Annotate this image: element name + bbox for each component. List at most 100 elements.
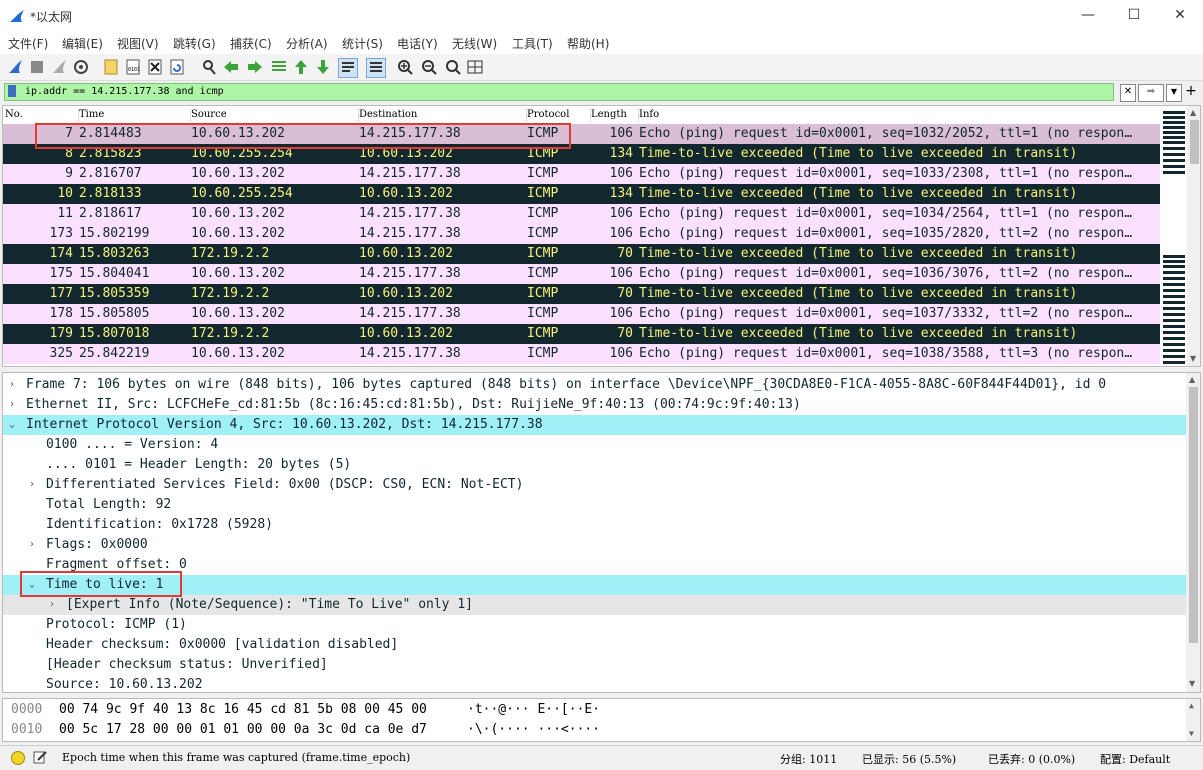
bytes-hex[interactable]: 00 74 9c 9f 40 13 8c 16 45 cd 81 5b 08 0… [59,700,427,720]
column-destination[interactable]: Destination [359,109,527,123]
scroll-down-icon[interactable]: ▼ [1189,729,1194,738]
open-file-icon[interactable] [102,58,120,76]
menu-item[interactable]: 捕获(C) [230,35,272,52]
detail-row[interactable]: .... 0101 = Header Length: 20 bytes (5) [3,455,1186,475]
stop-capture-icon[interactable] [28,58,46,76]
detail-row[interactable]: › Ethernet II, Src: LCFCHeFe_cd:81:5b (8c… [3,395,1186,415]
bytes-ascii[interactable]: ·\·(···· ···<···· [467,720,600,740]
last-packet-icon[interactable] [314,58,332,76]
maximize-button[interactable]: ☐ [1111,0,1157,32]
add-filter-button-icon[interactable]: + [1184,84,1198,100]
menu-item[interactable]: 电话(Y) [397,35,438,52]
go-to-packet-icon[interactable] [270,58,288,76]
packet-cell-info: Echo (ping) request id=0x0001, seq=1033/… [639,166,1133,181]
detail-row[interactable]: Protocol: ICMP (1) [3,615,1186,635]
zoom-out-icon[interactable] [420,58,438,76]
expand-arrow-icon[interactable]: › [29,535,35,555]
packet-row[interactable]: 173 15.802199 10.60.13.202 14.215.177.38 ICM… [3,224,1160,244]
save-file-icon[interactable]: 0101 [124,58,142,76]
close-button[interactable]: ✕ [1157,0,1203,32]
go-forward-icon[interactable] [246,58,264,76]
collapse-arrow-icon[interactable]: ⌄ [9,415,15,435]
detail-row[interactable]: Identification: 0x1728 (5928) [3,515,1186,535]
close-file-icon[interactable] [146,58,164,76]
scroll-up-icon[interactable]: ▲ [1189,375,1195,384]
detail-row[interactable]: › [Expert Info (Note/Sequence): "Time To … [3,595,1186,615]
column-time[interactable]: Time [79,109,191,123]
scroll-up-icon[interactable]: ▲ [1189,701,1194,710]
packet-row[interactable]: 325 25.842219 10.60.13.202 14.215.177.38 ICM… [3,344,1160,364]
status-packets: 分组: 1011 [780,753,838,766]
packet-row[interactable]: 175 15.804041 10.60.13.202 14.215.177.38 ICM… [3,264,1160,284]
scroll-up-icon[interactable]: ▲ [1190,108,1196,117]
detail-row[interactable]: › Frame 7: 106 bytes on wire (848 bits), … [3,375,1186,395]
zoom-in-icon[interactable] [396,58,414,76]
edit-comment-icon[interactable] [33,750,47,764]
menu-item[interactable]: 文件(F) [8,35,48,52]
detail-row[interactable]: › Flags: 0x0000 [3,535,1186,555]
packet-row[interactable]: 178 15.805805 10.60.13.202 14.215.177.38 ICM… [3,304,1160,324]
column-no[interactable]: No. [5,109,79,123]
detail-row[interactable]: › Differentiated Services Field: 0x00 (DS… [3,475,1186,495]
column-protocol[interactable]: Protocol [527,109,591,123]
packet-row[interactable]: 177 15.805359 172.19.2.2 10.60.13.202 ICMP 70… [3,284,1160,304]
colorize-icon[interactable] [366,58,386,78]
bytes-ascii[interactable]: ·t··@··· E··[··E· [467,700,600,720]
packet-cell-info: Echo (ping) request id=0x0001, seq=1037/… [639,306,1133,321]
details-scrollbar[interactable]: ▲ ▼ [1186,373,1200,692]
packet-row[interactable]: 174 15.803263 172.19.2.2 10.60.13.202 ICMP 70… [3,244,1160,264]
start-capture-icon[interactable] [6,58,24,76]
filter-history-icon[interactable]: ▼ [1166,84,1182,102]
menu-item[interactable]: 分析(A) [286,35,328,52]
detail-row[interactable]: 0100 .... = Version: 4 [3,435,1186,455]
detail-row[interactable]: Source: 10.60.13.202 [3,675,1186,692]
apply-filter-icon[interactable]: ➡ [1138,84,1164,102]
detail-row[interactable]: ⌄ Internet Protocol Version 4, Src: 10.60… [3,415,1186,435]
capture-options-icon[interactable] [72,58,90,76]
find-packet-icon[interactable] [200,58,218,76]
menu-item[interactable]: 跳转(G) [173,35,216,52]
expand-arrow-icon[interactable]: › [29,475,35,495]
menu-item[interactable]: 统计(S) [342,35,383,52]
expand-arrow-icon[interactable]: › [49,595,55,615]
display-filter-input[interactable]: ip.addr == 14.215.177.38 and icmp [4,83,1114,101]
expert-info-icon[interactable] [11,751,25,765]
scroll-down-icon[interactable]: ▼ [1189,679,1195,688]
bytes-hex[interactable]: 00 5c 17 28 00 00 01 01 00 00 0a 3c 0d c… [59,720,427,740]
reload-file-icon[interactable] [168,58,186,76]
menu-item[interactable]: 无线(W) [452,35,497,52]
packet-row[interactable]: 179 15.807018 172.19.2.2 10.60.13.202 ICMP 70… [3,324,1160,344]
detail-row[interactable]: Total Length: 92 [3,495,1186,515]
autoscroll-icon[interactable] [338,58,358,78]
menu-item[interactable]: 视图(V) [117,35,159,52]
scroll-thumb[interactable] [1190,120,1199,164]
column-length[interactable]: Length [591,109,639,123]
detail-row[interactable]: Header checksum: 0x0000 [validation disa… [3,635,1186,655]
normal-size-icon[interactable] [444,58,462,76]
menu-item[interactable]: 帮助(H) [567,35,609,52]
expand-arrow-icon[interactable]: › [9,375,15,395]
bytes-scrollbar[interactable]: ▲ ▼ [1186,699,1200,741]
column-source[interactable]: Source [191,109,359,123]
packet-list-scrollbar[interactable]: ▲ ▼ [1187,106,1200,366]
detail-row[interactable]: [Header checksum status: Unverified] [3,655,1186,675]
minimize-button[interactable]: — [1065,0,1111,32]
go-back-icon[interactable] [222,58,240,76]
resize-columns-icon[interactable] [466,58,484,76]
packet-minimap[interactable] [1161,107,1187,365]
clear-filter-icon[interactable]: ✕ [1120,84,1136,102]
first-packet-icon[interactable] [292,58,310,76]
expand-arrow-icon[interactable]: › [9,395,15,415]
menu-item[interactable]: 编辑(E) [62,35,103,52]
menu-item[interactable]: 工具(T) [512,35,553,52]
restart-capture-icon[interactable] [50,58,68,76]
scroll-down-icon[interactable]: ▼ [1190,354,1196,363]
packet-row[interactable]: 9 2.816707 10.60.13.202 14.215.177.38 ICMP 10… [3,164,1160,184]
packet-row[interactable]: 10 2.818133 10.60.255.254 10.60.13.202 ICMP 1… [3,184,1160,204]
column-info[interactable]: Info [639,109,1159,123]
scroll-thumb[interactable] [1189,387,1198,643]
packet-cell-src: 172.19.2.2 [191,326,270,341]
filter-bookmark-icon[interactable] [8,85,16,97]
packet-row[interactable]: 11 2.818617 10.60.13.202 14.215.177.38 ICMP 1… [3,204,1160,224]
status-profile[interactable]: 配置: Default [1100,751,1170,767]
